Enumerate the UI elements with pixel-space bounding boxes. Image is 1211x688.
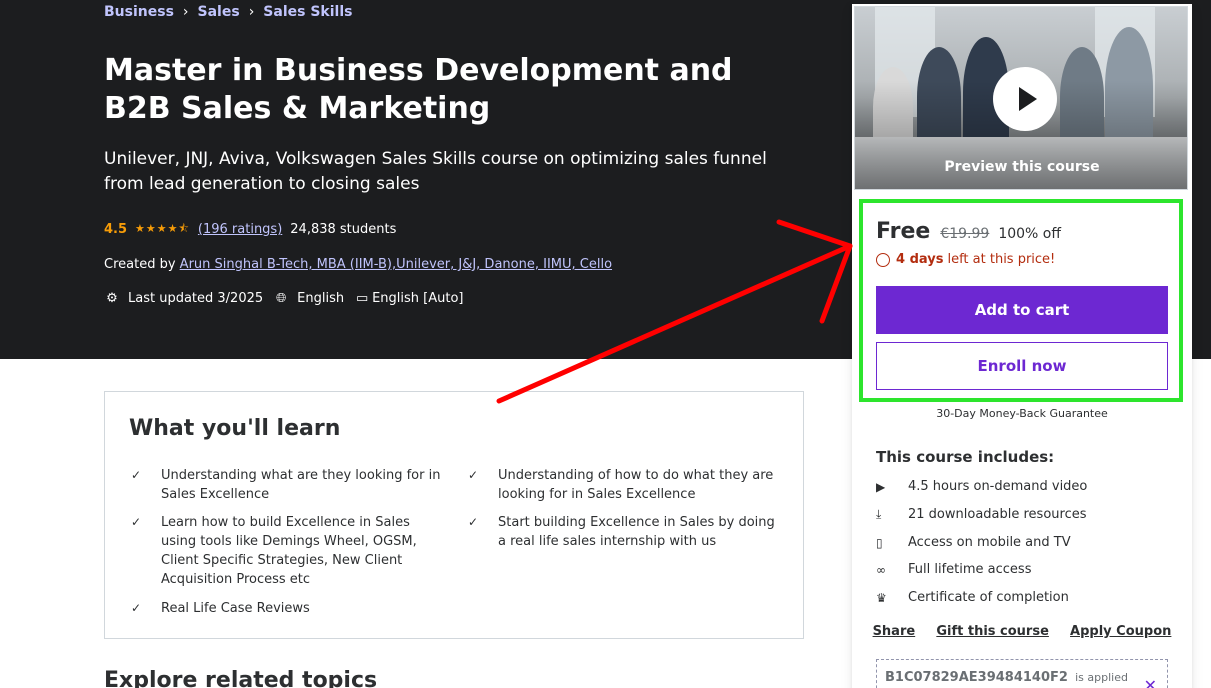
- include-item: ⤓ 21 downloadable resources: [876, 507, 1087, 522]
- learn-item: ✓ Learn how to build Excellence in Sales…: [129, 513, 459, 589]
- breadcrumb-sales-skills[interactable]: Sales Skills: [263, 4, 352, 20]
- includes-title: This course includes:: [876, 448, 1055, 466]
- check-icon: ✓: [131, 515, 142, 529]
- check-icon: ✓: [131, 601, 142, 615]
- alert-badge-icon: ⚙: [106, 291, 118, 306]
- explore-related-title: Explore related topics: [104, 668, 378, 688]
- sidebar-links: Share Gift this course Apply Coupon: [852, 624, 1192, 639]
- applied-coupon: B1C07829AE39484140F2 is applied ✕: [876, 659, 1168, 688]
- include-item: ♛ Certificate of completion: [876, 590, 1069, 605]
- learn-item: ✓ Start building Excellence in Sales by …: [466, 513, 786, 551]
- star-rating-icon: ★★★★⯪: [135, 222, 190, 235]
- remove-coupon-icon[interactable]: ✕: [1144, 676, 1157, 688]
- rating-value: 4.5: [104, 222, 128, 237]
- learn-item-text: Understanding of how to do what they are…: [498, 468, 774, 502]
- include-label: Access on mobile and TV: [908, 535, 1071, 550]
- course-meta: ⚙ Last updated 3/2025 🌐︎ English ▭ Engli…: [104, 291, 474, 306]
- trophy-icon: ♛: [876, 590, 887, 605]
- student-count: 24,838 students: [290, 222, 397, 237]
- course-subtitle: Unilever, JNJ, Aviva, Volkswagen Sales S…: [104, 149, 767, 194]
- include-item: ▶ 4.5 hours on-demand video: [876, 479, 1087, 494]
- money-back-guarantee: 30-Day Money-Back Guarantee: [936, 407, 1108, 420]
- include-item: ▯ Access on mobile and TV: [876, 535, 1071, 550]
- coupon-status: is applied: [1075, 671, 1128, 684]
- created-by-label: Created by: [104, 257, 176, 272]
- last-updated: Last updated 3/2025: [128, 291, 264, 306]
- what-you-will-learn: What you'll learn ✓ Understanding what a…: [104, 391, 804, 639]
- include-item: ∞ Full lifetime access: [876, 562, 1031, 577]
- course-title: Master in Business Development and B2B S…: [104, 53, 733, 126]
- chevron-right-icon: ›: [182, 4, 189, 20]
- mobile-icon: ▯: [876, 535, 883, 550]
- include-label: 21 downloadable resources: [908, 507, 1087, 522]
- highlight-box-annotation: [859, 199, 1183, 402]
- share-link[interactable]: Share: [873, 624, 916, 639]
- breadcrumb: Business › Sales › Sales Skills: [104, 4, 352, 20]
- learn-item-text: Learn how to build Excellence in Sales u…: [161, 515, 417, 587]
- captions-icon: ▭: [355, 291, 369, 306]
- learn-item-text: Understanding what are they looking for …: [161, 468, 441, 502]
- chevron-right-icon: ›: [248, 4, 255, 20]
- course-preview[interactable]: Preview this course: [854, 6, 1188, 190]
- learn-item: ✓ Real Life Case Reviews: [129, 599, 459, 618]
- learn-item: ✓ Understanding what are they looking fo…: [129, 466, 459, 504]
- play-icon[interactable]: [993, 67, 1057, 131]
- video-icon: ▶: [876, 479, 886, 494]
- gift-course-link[interactable]: Gift this course: [936, 624, 1049, 639]
- learn-item-text: Start building Excellence in Sales by do…: [498, 515, 775, 549]
- breadcrumb-sales[interactable]: Sales: [198, 4, 240, 20]
- learn-title: What you'll learn: [129, 416, 341, 441]
- infinity-icon: ∞: [876, 562, 886, 577]
- globe-icon: 🌐︎: [275, 291, 287, 306]
- learn-item-text: Real Life Case Reviews: [161, 601, 310, 616]
- rating-row: 4.5 ★★★★⯪ (196 ratings) 24,838 students: [104, 220, 396, 239]
- check-icon: ✓: [468, 468, 479, 482]
- include-label: 4.5 hours on-demand video: [908, 479, 1088, 494]
- course-language: English: [297, 291, 345, 306]
- coupon-code: B1C07829AE39484140F2: [885, 670, 1068, 685]
- course-captions: English [Auto]: [372, 291, 464, 306]
- apply-coupon-link[interactable]: Apply Coupon: [1070, 624, 1171, 639]
- check-icon: ✓: [468, 515, 479, 529]
- breadcrumb-business[interactable]: Business: [104, 4, 174, 20]
- ratings-count-link[interactable]: (196 ratings): [198, 222, 282, 237]
- download-icon: ⤓: [876, 507, 882, 521]
- learn-item: ✓ Understanding of how to do what they a…: [466, 466, 786, 504]
- include-label: Certificate of completion: [908, 590, 1069, 605]
- include-label: Full lifetime access: [908, 562, 1032, 577]
- preview-label: Preview this course: [944, 159, 1100, 175]
- check-icon: ✓: [131, 468, 142, 482]
- instructor-link[interactable]: Arun Singhal B-Tech, MBA (IIM-B),Unileve…: [180, 257, 612, 272]
- created-by: Created by Arun Singhal B-Tech, MBA (IIM…: [104, 257, 612, 272]
